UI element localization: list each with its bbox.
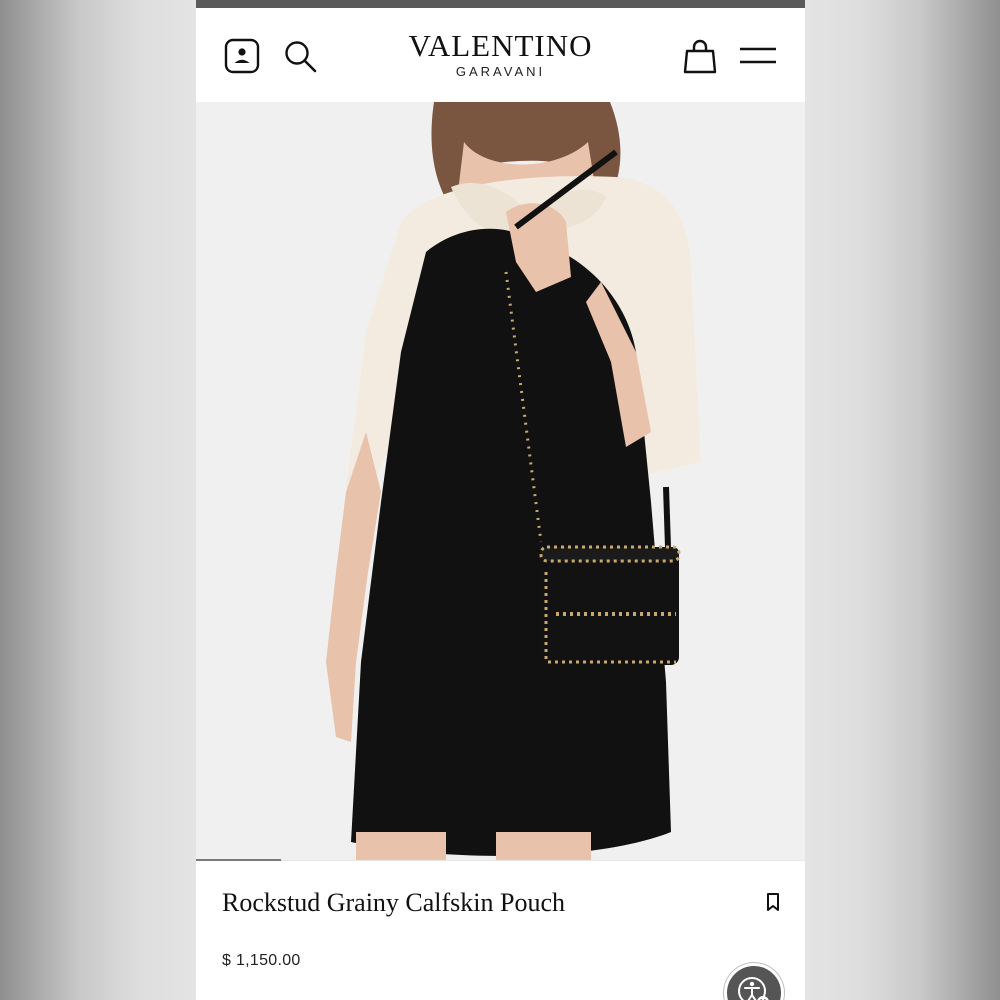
gallery-scroll-indicator — [196, 859, 282, 861]
product-title: Rockstud Grainy Calfskin Pouch — [222, 888, 566, 917]
gallery-scroll-track — [196, 860, 805, 861]
shopping-bag-icon[interactable] — [682, 38, 718, 74]
accessibility-icon[interactable] — [724, 963, 784, 1000]
hamburger-menu-icon[interactable] — [738, 42, 778, 70]
site-header: VALENTINO GARAVANI — [196, 8, 805, 102]
product-price: $ 1,150.00 — [222, 952, 301, 969]
product-page: VALENTINO GARAVANI Rockstud Grainy Calfs… — [196, 8, 805, 1000]
status-bar-strip — [196, 0, 805, 8]
bookmark-icon[interactable] — [764, 891, 782, 913]
product-image[interactable] — [196, 102, 805, 861]
